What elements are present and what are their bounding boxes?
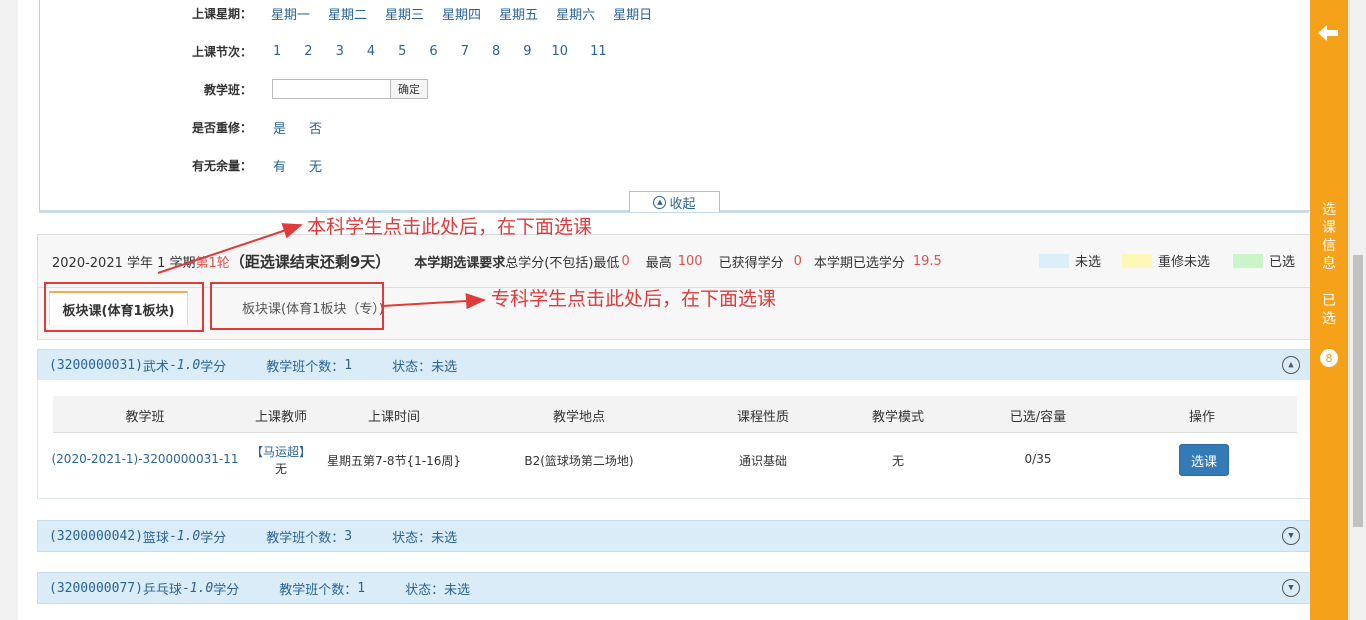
course-credit: 1.0 [176, 528, 201, 544]
main-page: 上课星期： 星期一 星期二 星期三 星期四 星期五 星期六 星期日 上课节次： … [18, 0, 1311, 620]
col-capacity: 已选/容量 [1009, 410, 1067, 425]
credit-unit: 学分 [200, 530, 227, 546]
col-time: 上课时间 [367, 410, 421, 425]
annotation-undergraduate: 本科学生点击此处后，在下面选课 [307, 216, 593, 238]
course-code: (3200000077) [49, 580, 143, 596]
credit-sep: - [181, 580, 190, 596]
class-count: 1 [344, 357, 353, 373]
chevron-down-icon[interactable]: ▼ [1282, 527, 1300, 545]
class-count-label: 教学班个数： [266, 530, 345, 546]
status-value: 未选 [431, 359, 458, 375]
chevron-up-icon[interactable]: ▲ [1282, 356, 1300, 374]
class-time: 星期五第7-8节{1-16周} [326, 454, 462, 468]
course-header-table-tennis[interactable]: (3200000077) 乒乓球 - 1.0 学分 教学班个数： 1 状态： 未… [37, 572, 1311, 604]
chevron-down-icon[interactable]: ▼ [1282, 579, 1300, 597]
col-mode: 教学模式 [871, 410, 925, 425]
table-header: 教学班 上课教师 上课时间 教学地点 课程性质 教学模式 已选/容量 操作 [53, 396, 1297, 433]
status-value: 未选 [431, 530, 458, 546]
course-nature: 通识基础 [738, 454, 788, 468]
course-code: (3200000031) [49, 357, 143, 373]
col-action: 操作 [1188, 410, 1216, 425]
capacity-value: 0/35 [1024, 452, 1052, 466]
selected-count-badge: 8 [1320, 349, 1338, 367]
scrollbar-thumb[interactable] [1353, 255, 1363, 527]
class-place: B2(篮球场第二场地) [524, 454, 634, 468]
teaching-mode: 无 [891, 454, 905, 468]
col-teacher: 上课教师 [254, 410, 308, 425]
credit-sep: - [168, 357, 177, 373]
course-name: 篮球 [142, 530, 169, 546]
course-header-basketball[interactable]: (3200000042) 篮球 - 1.0 学分 教学班个数： 3 状态： 未选… [37, 520, 1311, 552]
title-char: 信 [1322, 238, 1336, 254]
vertical-scrollbar[interactable] [1349, 0, 1366, 620]
course-detail-wushu: 教学班 上课教师 上课时间 教学地点 课程性质 教学模式 已选/容量 操作 (2… [37, 380, 1311, 499]
class-count-label: 教学班个数： [266, 359, 345, 375]
select-course-button[interactable]: 选课 [1179, 444, 1229, 476]
course-name: 乒乓球 [142, 582, 182, 598]
course-header-wushu[interactable]: (3200000031) 武术 - 1.0 学分 教学班个数： 1 状态： 未选… [37, 349, 1311, 381]
credit-sep: - [168, 528, 177, 544]
selection-sidebar: 选 课 信 息 已 选 8 [1310, 0, 1348, 620]
course-credit: 1.0 [176, 357, 201, 373]
class-link[interactable]: (2020-2021-1)-3200000031-11 [51, 452, 238, 466]
selected-char: 已 [1322, 293, 1336, 309]
arrow-left-icon[interactable] [1316, 22, 1340, 50]
title-char: 选 [1322, 202, 1336, 218]
course-credit: 1.0 [189, 580, 214, 596]
credit-unit: 学分 [200, 359, 227, 375]
status-value: 未选 [444, 582, 471, 598]
class-count-label: 教学班个数： [279, 582, 358, 598]
course-name: 武术 [142, 359, 169, 375]
teacher-name[interactable]: 【马运超】 [251, 443, 311, 460]
course-info-title[interactable]: 选 课 信 息 [1321, 201, 1337, 273]
title-char: 息 [1322, 256, 1336, 272]
title-char: 课 [1322, 220, 1336, 236]
status-label: 状态： [392, 530, 432, 546]
teacher-title: 无 [274, 462, 288, 476]
col-place: 教学地点 [552, 410, 606, 425]
annotation-vocational: 专科学生点击此处后，在下面选课 [491, 288, 777, 310]
status-label: 状态： [405, 582, 445, 598]
class-count: 3 [344, 528, 353, 544]
class-count: 1 [357, 580, 366, 596]
status-label: 状态： [392, 359, 432, 375]
col-nature: 课程性质 [736, 410, 790, 425]
course-code: (3200000042) [49, 528, 143, 544]
selected-title[interactable]: 已 选 [1321, 292, 1337, 328]
col-class: 教学班 [125, 410, 165, 425]
selected-char: 选 [1322, 311, 1336, 327]
credit-unit: 学分 [213, 582, 240, 598]
